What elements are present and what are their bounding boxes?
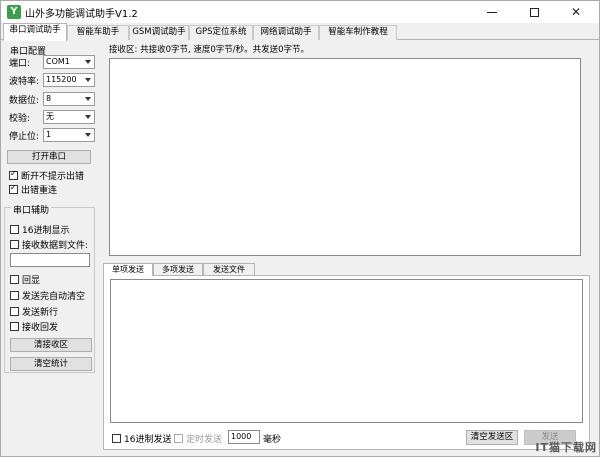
chevron-down-icon xyxy=(85,60,91,64)
checkbox-icon xyxy=(10,275,19,284)
clear-send-button[interactable]: 清空发送区 xyxy=(466,430,518,445)
stopbits-value: 1 xyxy=(46,130,52,139)
window-title: 山外多功能调试助手V1.2 xyxy=(25,9,138,20)
checkbox-icon xyxy=(10,322,19,331)
echo-checkbox[interactable]: 回显 xyxy=(10,274,41,286)
checkbox-icon xyxy=(10,291,19,300)
title-bar: Y 山外多功能调试助手V1.2 ✕ xyxy=(1,1,599,23)
auto-clear-label: 发送完自动清空 xyxy=(22,292,86,302)
tab-send-file[interactable]: 发送文件 xyxy=(203,263,255,275)
minimize-icon xyxy=(487,11,497,13)
baud-select[interactable]: 115200 xyxy=(43,73,95,87)
tab-single-send[interactable]: 单项发送 xyxy=(103,263,153,276)
hex-display-label: 16进制显示 xyxy=(22,226,70,236)
baud-row: 波特率: 115200 xyxy=(9,73,95,87)
chevron-down-icon xyxy=(85,97,91,101)
close-icon: ✕ xyxy=(570,5,582,19)
parity-row: 校验: 无 xyxy=(9,110,95,124)
timed-send-checkbox[interactable]: 定时发送 xyxy=(174,433,223,445)
send-area[interactable] xyxy=(110,279,583,423)
databits-value: 8 xyxy=(46,94,52,103)
hex-display-checkbox[interactable]: 16进制显示 xyxy=(10,224,70,236)
send-panel: 16进制发送 定时发送 1000 毫秒 清空发送区 发送 xyxy=(103,275,590,450)
checkbox-icon xyxy=(9,169,18,180)
hex-send-checkbox[interactable]: 16进制发送 xyxy=(112,433,172,445)
parity-label: 校验: xyxy=(9,113,31,124)
app-window: Y 山外多功能调试助手V1.2 ✕ 串口调试助手 智能车助手 GSM调试助手 G… xyxy=(0,0,600,457)
checkbox-icon xyxy=(10,307,19,316)
checkbox-icon xyxy=(9,183,18,194)
stopbits-row: 停止位: 1 xyxy=(9,128,95,142)
tab-smart-car-assistant[interactable]: 智能车助手 xyxy=(67,25,129,40)
port-row: 端口: COM1 xyxy=(9,55,95,69)
tab-gsm-assistant[interactable]: GSM调试助手 xyxy=(129,25,189,40)
chevron-down-icon xyxy=(85,78,91,82)
auto-clear-checkbox[interactable]: 发送完自动清空 xyxy=(10,290,86,302)
checkbox-icon xyxy=(10,225,19,234)
receive-to-file-label: 接收数据到文件: xyxy=(22,241,89,251)
chevron-down-icon xyxy=(85,115,91,119)
baud-label: 波特率: xyxy=(9,76,40,87)
stopbits-label: 停止位: xyxy=(9,131,40,142)
interval-input[interactable]: 1000 xyxy=(228,430,260,444)
tab-multi-send[interactable]: 多项发送 xyxy=(153,263,203,275)
serial-config-group: 串口配置 端口: COM1 波特率: 115200 数据位: 8 校验: 无 停… xyxy=(4,47,95,200)
databits-row: 数据位: 8 xyxy=(9,92,95,106)
port-value: COM1 xyxy=(46,57,70,66)
receive-to-file-checkbox[interactable]: 接收数据到文件: xyxy=(10,239,89,251)
receive-echo-label: 接收回发 xyxy=(22,323,59,333)
main-tab-bar: 串口调试助手 智能车助手 GSM调试助手 GPS定位系统 网络调试助手 智能车制… xyxy=(1,23,599,41)
reconnect-label: 出错重连 xyxy=(21,186,58,196)
minimize-button[interactable] xyxy=(471,1,513,23)
tab-smart-car-tutorial[interactable]: 智能车制作教程 xyxy=(319,25,397,40)
baud-value: 115200 xyxy=(46,75,77,84)
no-error-prompt-label: 断开不提示出错 xyxy=(21,172,85,182)
tab-network-assistant[interactable]: 网络调试助手 xyxy=(253,25,319,40)
close-button[interactable]: ✕ xyxy=(555,1,597,23)
clear-stats-button[interactable]: 清空统计 xyxy=(10,357,92,371)
send-newline-label: 发送新行 xyxy=(22,308,59,318)
clear-receive-button[interactable]: 清接收区 xyxy=(10,338,92,352)
port-select[interactable]: COM1 xyxy=(43,55,95,69)
app-icon: Y xyxy=(7,5,21,19)
serial-aux-group: 串口辅助 16进制显示 接收数据到文件: 回显 发送完自动清空 发送新行 接收回… xyxy=(4,203,95,373)
tab-serial-assistant[interactable]: 串口调试助手 xyxy=(3,23,67,41)
receive-echo-checkbox[interactable]: 接收回发 xyxy=(10,321,59,333)
file-path-field[interactable] xyxy=(10,253,90,267)
maximize-button[interactable] xyxy=(513,1,555,23)
checkbox-icon xyxy=(174,434,183,443)
checkbox-icon xyxy=(112,434,121,443)
timed-send-label: 定时发送 xyxy=(186,435,223,445)
parity-select[interactable]: 无 xyxy=(43,110,95,124)
open-port-button[interactable]: 打开串口 xyxy=(7,150,91,164)
hex-send-label: 16进制发送 xyxy=(124,435,172,445)
reconnect-on-error-checkbox[interactable]: 出错重连 xyxy=(9,183,58,196)
chevron-down-icon xyxy=(85,133,91,137)
checkbox-icon xyxy=(10,240,19,249)
interval-unit: 毫秒 xyxy=(263,435,282,445)
stopbits-select[interactable]: 1 xyxy=(43,128,95,142)
tab-gps-system[interactable]: GPS定位系统 xyxy=(189,25,253,40)
echo-label: 回显 xyxy=(22,276,41,286)
receive-area[interactable] xyxy=(109,58,581,256)
serial-aux-title: 串口辅助 xyxy=(11,203,52,216)
databits-label: 数据位: xyxy=(9,95,40,106)
maximize-icon xyxy=(529,7,539,17)
receive-status: 接收区: 共接收0字节, 速度0字节/秒。共发送0字节。 xyxy=(109,45,310,55)
send-newline-checkbox[interactable]: 发送新行 xyxy=(10,306,59,318)
databits-select[interactable]: 8 xyxy=(43,92,95,106)
no-error-prompt-checkbox[interactable]: 断开不提示出错 xyxy=(9,169,85,182)
parity-value: 无 xyxy=(46,112,54,121)
watermark: IT猫下载网 xyxy=(535,441,597,454)
port-label: 端口: xyxy=(9,58,31,69)
